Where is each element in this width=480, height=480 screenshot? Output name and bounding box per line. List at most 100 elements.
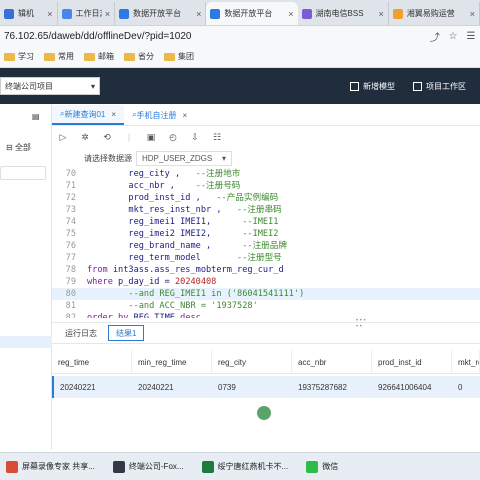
left-tree-panel: ▤ ⊟ 全部 bbox=[0, 104, 52, 450]
project-workspace-label: 项目工作区 bbox=[426, 81, 466, 91]
new-model-button[interactable]: 新增模型 bbox=[350, 81, 395, 92]
address-url[interactable]: 76.102.65/daweb/dd/offlineDev/?pid=1020 bbox=[0, 31, 426, 42]
bookmark-label: 学习 bbox=[18, 52, 34, 61]
browser-tab[interactable]: 湘翼易购运营 × bbox=[389, 2, 480, 25]
settings-icon[interactable]: ☷ bbox=[210, 130, 224, 144]
table-row[interactable]: 20240221 20240221 0739 19375287682 926641006… bbox=[52, 376, 480, 398]
column-header[interactable]: min_reg_time bbox=[132, 350, 212, 374]
stop-icon[interactable]: ✲ bbox=[78, 130, 92, 144]
tab-favicon-icon bbox=[4, 8, 14, 19]
project-select-value: 终端公司项目 bbox=[5, 81, 53, 91]
editor-tab[interactable]: ⌕ 新建查询01 × bbox=[52, 105, 125, 125]
bookmark-item[interactable]: 集团 bbox=[164, 51, 194, 62]
taskbar-item-label: 绥宁唐红燕机卡不... bbox=[217, 462, 289, 471]
divider: | bbox=[127, 132, 131, 142]
column-header[interactable]: reg_time bbox=[52, 350, 132, 374]
menu-icon[interactable]: ☰ bbox=[462, 31, 480, 42]
address-bar[interactable]: 76.102.65/daweb/dd/offlineDev/?pid=1020 … bbox=[0, 26, 480, 46]
close-icon[interactable]: × bbox=[379, 9, 384, 19]
column-header[interactable]: reg_city bbox=[212, 350, 292, 374]
close-icon[interactable]: × bbox=[196, 9, 201, 19]
table-cell: 926641006404 bbox=[378, 382, 432, 392]
table-cell: 19375287682 bbox=[298, 382, 347, 392]
table-cell: 0 bbox=[458, 382, 463, 392]
run-icon[interactable]: ▷ bbox=[56, 130, 70, 144]
result-tab[interactable]: 运行日志 bbox=[58, 325, 104, 341]
code-line: 72 prod_inst_id , --产品实例编码 bbox=[52, 192, 480, 204]
code-token: mkt_res_inst_nbr , bbox=[87, 205, 238, 215]
save-icon[interactable]: ▣ bbox=[144, 130, 158, 144]
result-tab-bar: 运行日志 结果1 bbox=[52, 322, 480, 344]
taskbar-item[interactable]: 终端公司-Fox... bbox=[107, 454, 190, 480]
format-icon[interactable]: ⟲ bbox=[100, 130, 114, 144]
bookmark-label: 省分 bbox=[138, 52, 154, 61]
code-token: p_day_id = bbox=[118, 277, 175, 287]
bookmark-item[interactable]: 省分 bbox=[124, 51, 154, 62]
close-icon[interactable]: × bbox=[288, 9, 293, 19]
result-tab[interactable]: 结果1 bbox=[108, 325, 145, 341]
editor-tab[interactable]: ⌕ 手机自注册 × bbox=[124, 105, 195, 125]
column-header[interactable]: acc_nbr bbox=[292, 350, 372, 374]
project-workspace-button[interactable]: 项目工作区 bbox=[413, 81, 466, 92]
code-token: 20240408 bbox=[174, 277, 217, 287]
close-icon[interactable]: × bbox=[183, 111, 188, 120]
browser-tab[interactable]: 湖南电信BSS × bbox=[298, 2, 389, 25]
line-number: 80 bbox=[65, 289, 76, 299]
browser-tab-label: 数据开放平台 bbox=[224, 9, 273, 18]
code-token: order by bbox=[87, 313, 134, 318]
code-token: desc bbox=[180, 313, 201, 318]
bookmark-item[interactable]: 邮箱 bbox=[84, 51, 114, 62]
sql-code-editor[interactable]: 70 reg_city , --注册地市 71 acc_nbr , --注册号码 7… bbox=[52, 166, 480, 318]
folder-icon bbox=[4, 52, 15, 61]
tree-search-input[interactable] bbox=[0, 166, 46, 180]
taskbar-item[interactable]: 屏幕录像专家 共享... bbox=[0, 454, 101, 480]
close-icon[interactable]: × bbox=[105, 9, 110, 19]
line-number: 81 bbox=[65, 301, 76, 311]
workspace-icon bbox=[413, 81, 422, 91]
browser-tab[interactable]: 工作日志× bbox=[58, 2, 116, 25]
collapse-icon: ⊟ bbox=[6, 143, 13, 152]
resize-handle-icon[interactable]: • • • • • bbox=[356, 318, 366, 330]
tree-selected-item[interactable] bbox=[0, 336, 52, 348]
close-icon[interactable]: × bbox=[47, 9, 52, 19]
code-token: reg_brand_name , bbox=[87, 241, 243, 251]
column-header[interactable]: mkt_re bbox=[452, 350, 480, 374]
file-icon[interactable]: ▤ bbox=[32, 112, 40, 121]
table-cell: 20240221 bbox=[60, 382, 96, 392]
taskbar-item-label: 屏幕录像专家 共享... bbox=[22, 462, 95, 471]
tab-favicon-icon bbox=[119, 8, 130, 19]
bookmark-star-icon[interactable]: ☆ bbox=[444, 31, 462, 42]
bookmark-item[interactable]: 学习 bbox=[4, 51, 34, 62]
line-number: 72 bbox=[65, 193, 76, 203]
bookmark-item[interactable]: 常用 bbox=[44, 51, 74, 62]
datasource-row: 请选择数据源 HDP_USER_ZDGS ▾ bbox=[84, 150, 232, 166]
chevron-down-icon: ▾ bbox=[90, 81, 95, 91]
browser-tab[interactable]: 辑机 × bbox=[0, 2, 58, 25]
browser-tab[interactable]: 数据开放平台 × bbox=[115, 2, 207, 25]
close-icon[interactable]: × bbox=[111, 110, 116, 119]
datasource-select[interactable]: HDP_USER_ZDGS ▾ bbox=[136, 150, 232, 166]
share-icon[interactable]: ⤴ bbox=[426, 29, 444, 44]
close-icon[interactable]: × bbox=[470, 9, 475, 19]
column-header[interactable]: prod_inst_id bbox=[372, 350, 452, 374]
taskbar-item-label: 微信 bbox=[322, 462, 339, 471]
line-number: 70 bbox=[65, 169, 76, 179]
tab-favicon-icon bbox=[392, 8, 403, 19]
model-icon bbox=[350, 81, 359, 91]
code-token: --注册品牌 bbox=[242, 241, 287, 251]
code-token: acc_nbr , bbox=[87, 181, 196, 191]
editor-tab-label: 手机自注册 bbox=[136, 110, 177, 120]
code-token: where bbox=[87, 277, 119, 287]
tab-favicon-icon bbox=[301, 8, 312, 19]
datasource-value: HDP_USER_ZDGS bbox=[142, 153, 213, 163]
tree-all-node[interactable]: ⊟ 全部 bbox=[6, 142, 31, 153]
code-token: --IMEI2 bbox=[242, 229, 279, 239]
history-icon[interactable]: ◴ bbox=[166, 130, 180, 144]
taskbar-item[interactable]: 绥宁唐红燕机卡不... bbox=[196, 454, 295, 480]
tab-favicon-icon bbox=[210, 8, 221, 19]
export-icon[interactable]: ⇩ bbox=[188, 130, 202, 144]
project-select[interactable]: 终端公司项目 ▾ bbox=[0, 77, 100, 95]
browser-tab[interactable]: 数据开放平台 × bbox=[206, 2, 298, 25]
taskbar-item[interactable]: 微信 bbox=[300, 454, 344, 480]
new-model-label: 新增模型 bbox=[363, 81, 395, 91]
